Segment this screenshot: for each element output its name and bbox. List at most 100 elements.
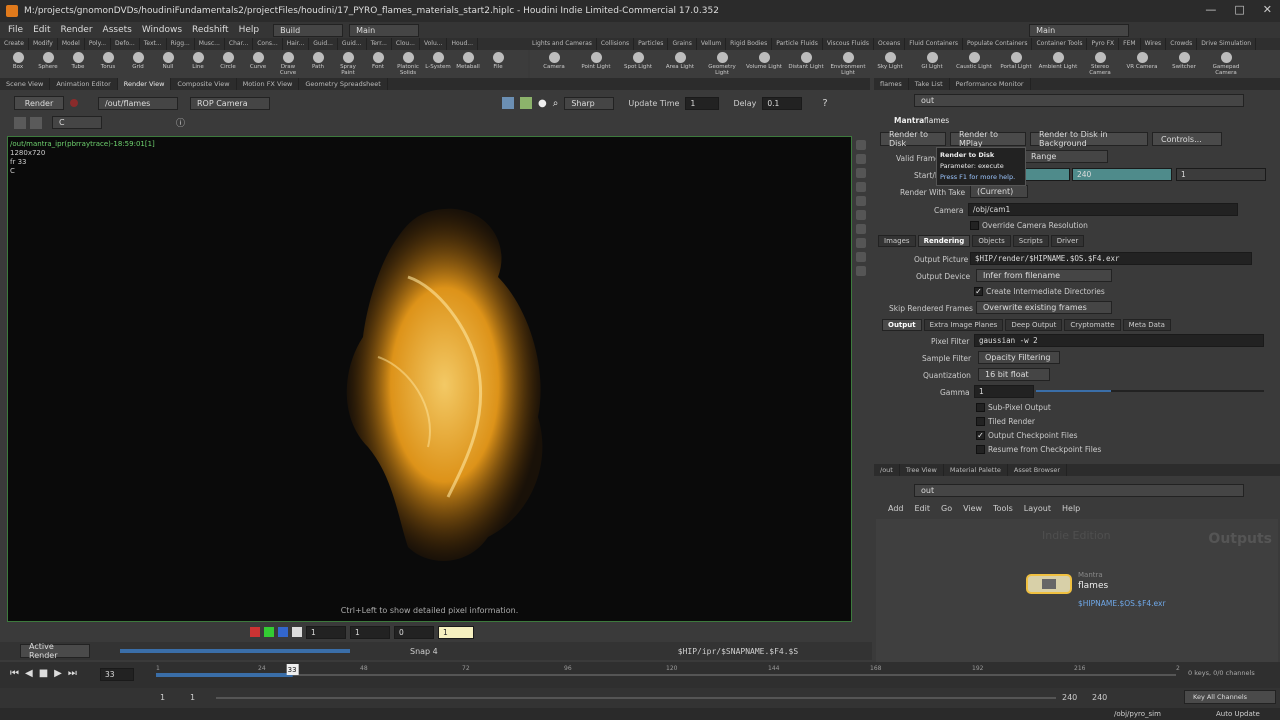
shelf-tab-left-10[interactable]: Hair... bbox=[283, 38, 310, 50]
shelf-tab-left-6[interactable]: Rigg... bbox=[167, 38, 195, 50]
shelf-tool-shelf_tools_right-13[interactable]: Stereo Camera bbox=[1080, 50, 1120, 78]
tab-objects[interactable]: Objects bbox=[972, 235, 1011, 247]
shelf-tool-shelf_tools_right-6[interactable]: Distant Light bbox=[786, 50, 826, 78]
flip-icon[interactable] bbox=[856, 252, 866, 262]
tab-scripts[interactable]: Scripts bbox=[1012, 235, 1049, 247]
tab-images[interactable]: Images bbox=[878, 235, 916, 247]
fit-icon[interactable] bbox=[856, 168, 866, 178]
shelf-tool-shelf_tools_right-10[interactable]: Caustic Light bbox=[954, 50, 994, 78]
shelf-tool-shelf_tools_left-2[interactable]: Tube bbox=[64, 50, 92, 78]
tab-render-view[interactable]: Render View bbox=[117, 78, 172, 90]
shelf-tab-right-14[interactable]: Wires bbox=[1141, 38, 1167, 50]
menu-help[interactable]: Help bbox=[239, 25, 260, 35]
tab-driver[interactable]: Driver bbox=[1050, 235, 1085, 247]
tab-meta-data[interactable]: Meta Data bbox=[1122, 319, 1171, 331]
pan-icon[interactable] bbox=[856, 182, 866, 192]
shelf-tab-right-16[interactable]: Drive Simulation bbox=[1197, 38, 1257, 50]
exposure-field[interactable]: 1 bbox=[306, 625, 346, 639]
shelf-tab-left-3[interactable]: Poly... bbox=[85, 38, 112, 50]
sharp-dropdown[interactable]: Sharp bbox=[564, 96, 615, 110]
gamma-slider[interactable] bbox=[1036, 390, 1264, 392]
range-start[interactable]: 1 bbox=[160, 693, 165, 702]
inc-field[interactable]: 1 bbox=[1176, 168, 1266, 181]
shelf-tab-right-3[interactable]: Grains bbox=[668, 38, 697, 50]
key-all-channels-button[interactable]: Key All Channels bbox=[1184, 690, 1276, 704]
update-time-field[interactable]: 1 bbox=[685, 96, 720, 110]
net-menu-edit[interactable]: Edit bbox=[915, 504, 931, 513]
shelf-tab-right-13[interactable]: FEM bbox=[1119, 38, 1141, 50]
shelf-tool-shelf_tools_right-11[interactable]: Portal Light bbox=[996, 50, 1036, 78]
stop-icon[interactable] bbox=[70, 99, 78, 107]
shelf-tab-left-16[interactable]: Houd... bbox=[447, 38, 478, 50]
range-end-2[interactable]: 240 bbox=[1092, 693, 1107, 702]
net-menu-go[interactable]: Go bbox=[941, 504, 952, 513]
shelf-tab-left-0[interactable]: Create bbox=[0, 38, 29, 50]
shelf-tab-left-1[interactable]: Modify bbox=[29, 38, 58, 50]
shelf-tab-left-12[interactable]: Guid... bbox=[338, 38, 367, 50]
shelf-tool-shelf_tools_left-9[interactable]: Draw Curve bbox=[274, 50, 302, 78]
scale-field[interactable]: 1 bbox=[438, 625, 474, 639]
tab-deep-output[interactable]: Deep Output bbox=[1005, 319, 1063, 331]
shelf-tab-right-8[interactable]: Oceans bbox=[874, 38, 906, 50]
gamma-field[interactable]: 1 bbox=[350, 625, 390, 639]
shelf-tool-shelf_tools_right-7[interactable]: Environment Light bbox=[828, 50, 868, 78]
shelf-tab-right-7[interactable]: Viscous Fluids bbox=[823, 38, 874, 50]
main-desktop-dropdown[interactable]: Main bbox=[349, 23, 420, 37]
shelf-tab-left-15[interactable]: Volu... bbox=[420, 38, 448, 50]
tab-rendering[interactable]: Rendering bbox=[917, 235, 971, 247]
rop-path-dropdown[interactable]: /out/flames bbox=[98, 96, 178, 110]
shelf-tool-shelf_tools_right-15[interactable]: Switcher bbox=[1164, 50, 1204, 78]
menu-file[interactable]: File bbox=[8, 25, 23, 35]
color-correct-icon[interactable] bbox=[856, 210, 866, 220]
mantra-node[interactable] bbox=[1026, 574, 1072, 594]
shelf-tool-shelf_tools_right-12[interactable]: Ambient Light bbox=[1038, 50, 1078, 78]
shelf-tool-shelf_tools_right-2[interactable]: Spot Light bbox=[618, 50, 658, 78]
shelf-tab-right-4[interactable]: Vellum bbox=[697, 38, 727, 50]
render-button[interactable]: Render bbox=[14, 96, 64, 110]
active-render-button[interactable]: Active Render bbox=[20, 642, 90, 660]
valid-frame-dropdown[interactable]: Range bbox=[1024, 150, 1108, 163]
shelf-tool-shelf_tools_right-0[interactable]: Camera bbox=[534, 50, 574, 78]
zoom-region-icon[interactable] bbox=[856, 196, 866, 206]
stop-playback-icon[interactable]: ■ bbox=[39, 668, 48, 679]
skip-frames-dropdown[interactable]: Overwrite existing frames bbox=[976, 301, 1112, 314]
shelf-tool-shelf_tools_left-5[interactable]: Null bbox=[154, 50, 182, 78]
shelf-tab-left-5[interactable]: Text... bbox=[140, 38, 167, 50]
render-background-button[interactable]: Render to Disk in Background bbox=[1030, 130, 1148, 148]
delay-field[interactable]: 0.1 bbox=[762, 96, 803, 110]
shelf-tool-shelf_tools_left-6[interactable]: Line bbox=[184, 50, 212, 78]
shelf-tab-left-2[interactable]: Model bbox=[58, 38, 85, 50]
snapshot-icon[interactable] bbox=[856, 154, 866, 164]
sample-filter-dropdown[interactable]: Opacity Filtering bbox=[978, 351, 1060, 364]
shelf-tool-shelf_tools_left-10[interactable]: Path bbox=[304, 50, 332, 78]
obj-path[interactable]: /obj/pyro_sim bbox=[1114, 710, 1161, 718]
tab-flames[interactable]: flames bbox=[874, 78, 909, 90]
shelf-tab-left-14[interactable]: Clou... bbox=[392, 38, 420, 50]
shelf-tool-shelf_tools_right-8[interactable]: Sky Light bbox=[870, 50, 910, 78]
preview-icon[interactable] bbox=[502, 97, 514, 109]
net-menu-tools[interactable]: Tools bbox=[993, 504, 1013, 513]
shelf-tab-left-13[interactable]: Terr... bbox=[367, 38, 392, 50]
tab-extra-image-planes[interactable]: Extra Image Planes bbox=[923, 319, 1004, 331]
shelf-tool-shelf_tools_left-13[interactable]: Platonic Solids bbox=[394, 50, 422, 78]
shelf-tool-shelf_tools_left-4[interactable]: Grid bbox=[124, 50, 152, 78]
blue-channel-icon[interactable] bbox=[278, 627, 288, 637]
render-to-disk-button[interactable]: Render to Disk bbox=[880, 130, 946, 148]
output-device-dropdown[interactable]: Infer from filename bbox=[976, 269, 1112, 282]
gamma-value-field[interactable]: 1 bbox=[974, 385, 1034, 398]
tiled-render-checkbox[interactable] bbox=[976, 417, 985, 426]
shelf-tool-shelf_tools_left-11[interactable]: Spray Paint bbox=[334, 50, 362, 78]
shelf-tab-right-12[interactable]: Pyro FX bbox=[1087, 38, 1120, 50]
green-channel-icon[interactable] bbox=[264, 627, 274, 637]
render-viewport[interactable]: /out/mantra_ipr(pbrraytrace)-18:59:01[1]… bbox=[7, 136, 852, 622]
tab-composite-view[interactable]: Composite View bbox=[171, 78, 237, 90]
shelf-tab-right-2[interactable]: Particles bbox=[634, 38, 669, 50]
red-channel-icon[interactable] bbox=[250, 627, 260, 637]
light-icon[interactable]: ● bbox=[538, 98, 547, 109]
settings-icon[interactable] bbox=[856, 266, 866, 276]
shelf-tool-shelf_tools_left-12[interactable]: Font bbox=[364, 50, 392, 78]
lut-icon[interactable] bbox=[856, 224, 866, 234]
minimize-button[interactable]: — bbox=[1205, 3, 1216, 16]
shelf-tab-left-4[interactable]: Defo... bbox=[111, 38, 140, 50]
close-button[interactable]: ✕ bbox=[1263, 3, 1272, 16]
